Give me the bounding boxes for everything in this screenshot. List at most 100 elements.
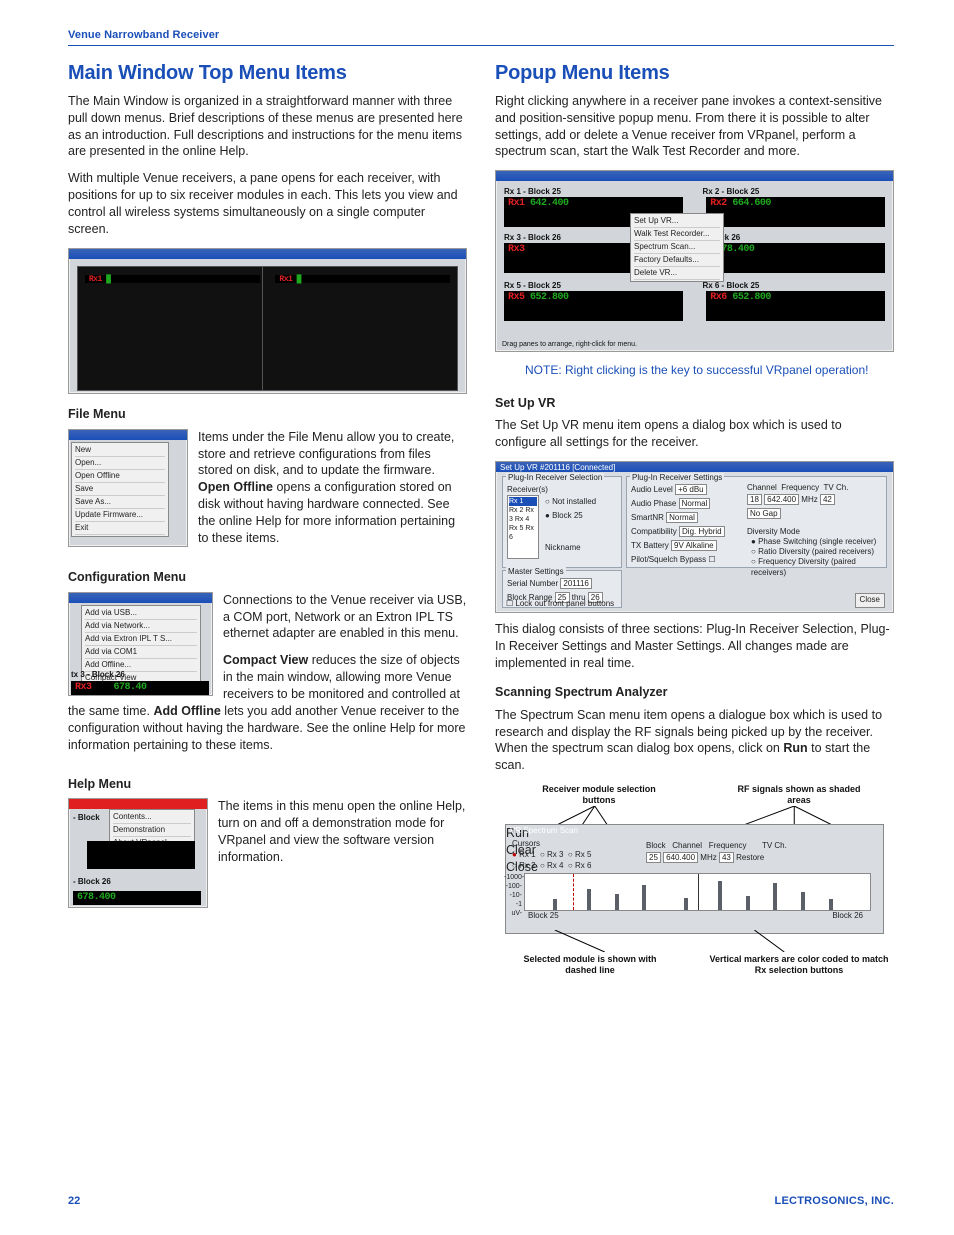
heading-popup-menu: Popup Menu Items [495,60,894,87]
heading-setup-vr: Set Up VR [495,395,894,412]
para-intro-1: The Main Window is organized in a straig… [68,93,467,161]
file-menu-exit[interactable]: Exit [75,522,165,535]
spec-block26-label: Block 26 [832,911,863,922]
right-column: Popup Menu Items Right clicking anywhere… [495,60,894,978]
ann-receiver-buttons: Receiver module selection buttons [539,784,659,806]
spec-rx4[interactable]: Rx 4 [547,861,563,870]
file-menu-open-offline[interactable]: Open Offline [75,470,165,483]
spec-freq-label: Frequency [709,841,747,850]
ann-rf-shaded: RF signals shown as shaded areas [734,784,864,806]
ctx-spectrum-scan[interactable]: Spectrum Scan... [634,241,720,254]
file-menu-open[interactable]: Open... [75,457,165,470]
footer-brand: LECTROSONICS, INC. [775,1194,894,1209]
serial-field: 201116 [560,578,592,589]
compat-field[interactable]: Dig. Hybrid [679,526,725,537]
setup-rx5[interactable]: Rx 5 [509,525,523,532]
spec-rx5[interactable]: Rx 5 [575,850,591,859]
audio-level-field[interactable]: +6 dBu [675,484,707,495]
setup-not-installed[interactable]: Not installed [552,497,596,506]
tvch-field[interactable]: 42 [820,494,835,505]
audio-level-label: Audio Level [631,485,673,494]
spec-scale-0: -1000- [504,874,524,881]
spec-tvch-field[interactable]: 43 [719,852,734,863]
ctx-delete-vr[interactable]: Delete VR... [634,267,720,280]
para-intro-2: With multiple Venue receivers, a pane op… [68,170,467,238]
setup-block-radio[interactable]: Block 25 [552,511,583,520]
mhz-label: MHz [801,495,817,504]
spec-rx3[interactable]: Rx 3 [547,850,563,859]
div-radio-2[interactable]: Ratio Diversity (paired receivers) [758,547,874,556]
spec-dialog-title: VR Spectrum Scan [510,826,578,837]
setup-sec1-label: Plug-In Receiver Selection [506,473,604,484]
spec-graph [524,873,871,911]
nogap-field[interactable]: No Gap [747,508,781,519]
page-number: 22 [68,1194,80,1209]
heading-config-menu: Configuration Menu [68,569,467,586]
left-column: Main Window Top Menu Items The Main Wind… [68,60,467,978]
note-right-click: NOTE: Right clicking is the key to succe… [495,358,894,382]
config-block-label: tx 3 - Block 26 [71,670,125,681]
setup-rx2[interactable]: Rx 2 [509,507,523,514]
figure-config-menu: Add via USB... Add via Network... Add vi… [68,592,213,696]
setup-sec2-label: Plug-In Receiver Settings [630,473,724,484]
ann-vertical-markers: Vertical markers are color coded to matc… [704,954,894,976]
ctx-setup-vr[interactable]: Set Up VR... [634,215,720,228]
spec-tvch-label: TV Ch. [762,841,787,850]
spec-restore-button[interactable]: Restore [736,853,764,862]
setup-rx4[interactable]: Rx 4 [515,516,529,523]
file-menu-update-firmware[interactable]: Update Firmware... [75,509,165,522]
running-header: Venue Narrowband Receiver [68,28,894,46]
popup-context-menu[interactable]: Set Up VR... Walk Test Recorder... Spect… [630,213,724,282]
serial-label: Serial Number [507,579,558,588]
div-radio-1[interactable]: Phase Switching (single receiver) [758,537,876,546]
freq-label: Frequency [781,483,819,492]
file-menu-list[interactable]: New Open... Open Offline Save Save As...… [71,442,169,537]
figure-file-menu: New Open... Open Offline Save Save As...… [68,429,188,547]
spec-rx2[interactable]: Rx 2 [519,861,535,870]
heading-scanning: Scanning Spectrum Analyzer [495,684,894,701]
freq-field[interactable]: 642.400 [764,494,799,505]
config-menu-usb[interactable]: Add via USB... [85,607,197,620]
setup-close-button[interactable]: Close [855,593,885,608]
compat-label: Compatibility [631,527,677,536]
file-menu-new[interactable]: New [75,444,165,457]
figure-popup-menu: Rx 1 - Block 25 Rx 2 - Block 25 Rx1 642.… [495,170,894,352]
smartnr-label: SmartNR [631,513,664,522]
lockout-check[interactable]: Lock out front panel buttons [515,599,614,608]
channel-label: Channel [747,483,777,492]
audio-phase-field[interactable]: Normal [679,498,711,509]
spec-block25-label: Block 25 [528,911,559,922]
para-popup: Right clicking anywhere in a receiver pa… [495,93,894,161]
spec-block-label: Block [646,841,666,850]
spec-freq-field[interactable]: 640.400 [663,852,698,863]
file-menu-save[interactable]: Save [75,483,165,496]
ctx-walk-test[interactable]: Walk Test Recorder... [634,228,720,241]
heading-main-window: Main Window Top Menu Items [68,60,467,87]
spec-rx1[interactable]: Rx 1 [519,850,535,859]
ann-selected-dashed: Selected module is shown with dashed lin… [515,954,665,976]
help-menu-demo[interactable]: Demonstration [113,824,191,837]
help-menu-contents[interactable]: Contents... [113,811,191,824]
smartnr-field[interactable]: Normal [666,512,698,523]
spec-scale-3: -1 uV- [511,901,522,917]
config-menu-com1[interactable]: Add via COM1 [85,646,197,659]
txbatt-label: TX Battery [631,541,669,550]
config-menu-extron[interactable]: Add via Extron IPL T S... [85,633,197,646]
figure-spectrum-scan: Receiver module selection buttons RF sig… [495,784,894,974]
pilot-label: Pilot/Squelch Bypass [631,555,706,564]
config-menu-network[interactable]: Add via Network... [85,620,197,633]
ctx-factory-defaults[interactable]: Factory Defaults... [634,254,720,267]
setup-nickname-label: Nickname [545,543,581,554]
para-setup-2: This dialog consists of three sections: … [495,621,894,672]
div-radio-3[interactable]: Frequency Diversity (paired receivers) [751,557,856,577]
spec-rx6[interactable]: Rx 6 [575,861,591,870]
setup-sec3-label: Master Settings [506,567,566,578]
figure-setup-vr: Set Up VR #201116 [Connected] Plug-In Re… [495,461,894,613]
para-scanning: The Spectrum Scan menu item opens a dial… [495,707,894,775]
txbatt-field[interactable]: 9V Alkaline [671,540,717,551]
file-menu-save-as[interactable]: Save As... [75,496,165,509]
figure-main-window: Rx1 █ Rx1 █ [68,248,467,394]
spec-scale-1: -100- [506,883,522,890]
spec-chan-label: Channel [672,841,702,850]
setup-rx1[interactable]: Rx 1 [509,497,537,506]
